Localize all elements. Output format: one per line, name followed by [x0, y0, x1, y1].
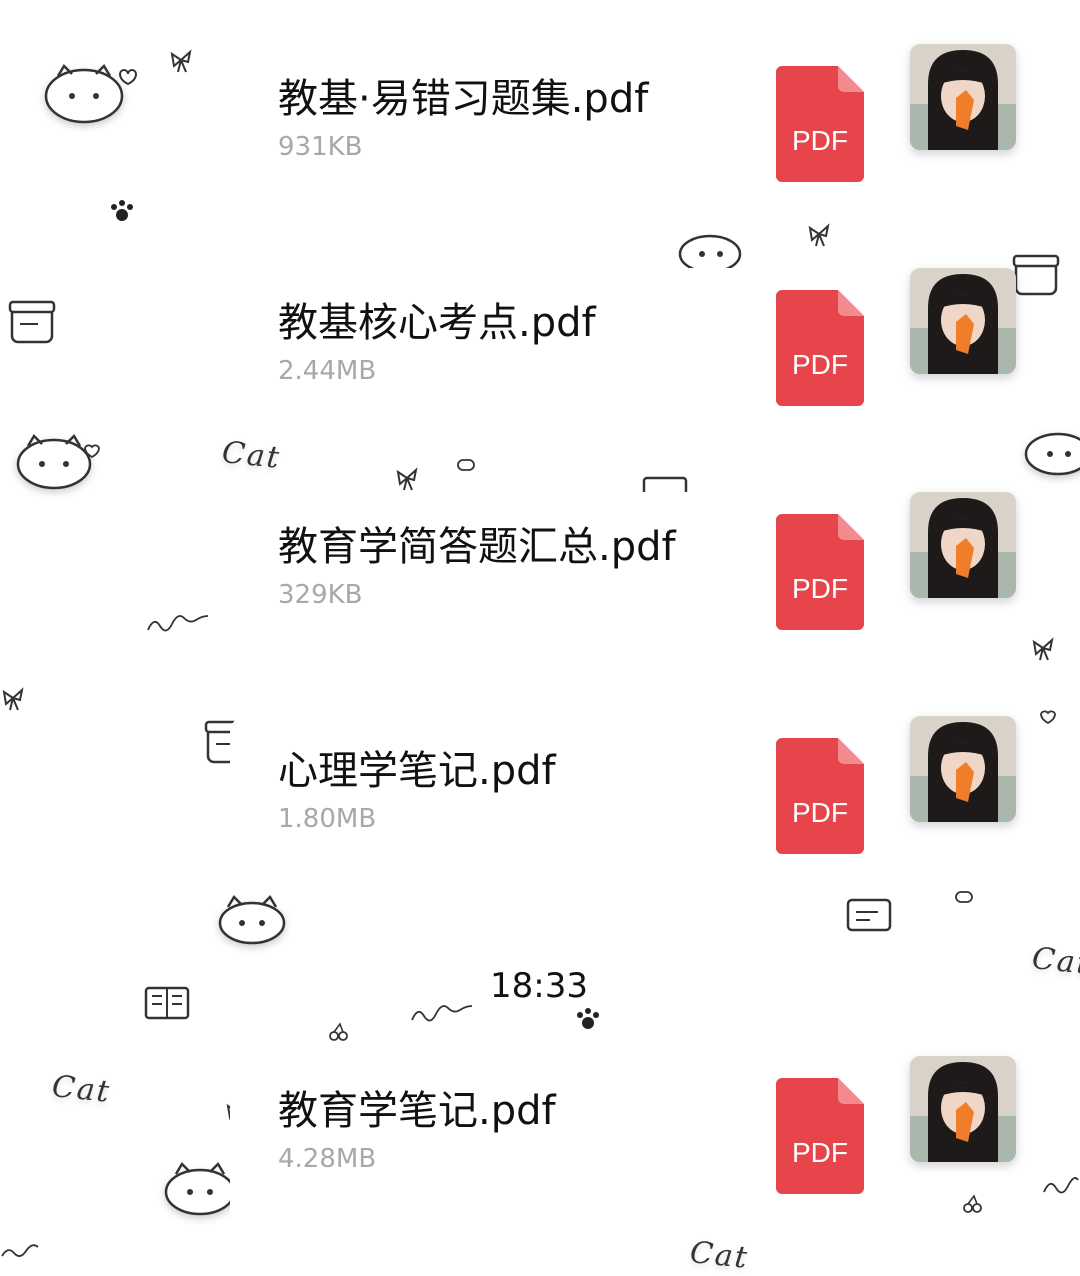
card-sticker-icon: [846, 898, 892, 932]
file-size: 4.28MB: [278, 1144, 377, 1174]
file-message[interactable]: 教基·易错习题集.pdf 931KB PDF: [0, 44, 1048, 214]
pdf-label: PDF: [792, 125, 848, 156]
pdf-file-icon: PDF: [776, 290, 864, 406]
pdf-label: PDF: [792, 1137, 848, 1168]
cat-word-sticker: Cat: [220, 435, 283, 476]
cat-sticker-icon: [16, 433, 92, 490]
file-message[interactable]: 教育学简答题汇总.pdf 329KB PDF: [0, 492, 1048, 662]
file-message[interactable]: 教育学笔记.pdf 4.28MB PDF: [0, 1056, 1048, 1226]
file-message[interactable]: 教基核心考点.pdf 2.44MB PDF: [0, 268, 1048, 438]
file-name: 教基核心考点.pdf: [278, 300, 596, 346]
file-size: 931KB: [278, 132, 363, 162]
message-timestamp: 18:33: [490, 966, 588, 1006]
avatar[interactable]: [910, 492, 1016, 598]
cat-word-sticker: Cat: [688, 1235, 751, 1276]
avatar[interactable]: [910, 716, 1016, 822]
file-bubble[interactable]: 教育学笔记.pdf 4.28MB PDF: [230, 1056, 910, 1226]
pdf-label: PDF: [792, 573, 848, 604]
pdf-file-icon: PDF: [776, 738, 864, 854]
cat-sticker-icon: [218, 894, 286, 945]
file-bubble[interactable]: 教基·易错习题集.pdf 931KB PDF: [230, 44, 910, 214]
file-name: 心理学笔记.pdf: [278, 748, 556, 794]
bow-sticker-icon: [808, 223, 830, 247]
file-size: 1.80MB: [278, 804, 377, 834]
scribble-sticker-icon: [411, 1005, 473, 1022]
pill-sticker-icon: [955, 891, 973, 903]
book-sticker-icon: [144, 986, 190, 1020]
file-message[interactable]: 心理学笔记.pdf 1.80MB PDF: [0, 716, 1048, 886]
file-size: 2.44MB: [278, 356, 377, 386]
file-bubble[interactable]: 教育学简答题汇总.pdf 329KB PDF: [230, 492, 910, 662]
bow-sticker-icon: [396, 467, 418, 491]
cat-word-sticker: Cat: [1030, 941, 1080, 982]
file-bubble[interactable]: 教基核心考点.pdf 2.44MB PDF: [230, 268, 910, 438]
avatar[interactable]: [910, 268, 1016, 374]
cherry-sticker-icon: [329, 1022, 348, 1041]
bow-sticker-icon: [2, 687, 24, 711]
file-name: 教育学简答题汇总.pdf: [278, 524, 676, 570]
file-name: 教基·易错习题集.pdf: [278, 76, 649, 122]
heart-sticker-icon: [84, 444, 100, 459]
avatar[interactable]: [910, 1056, 1016, 1162]
file-name: 教育学笔记.pdf: [278, 1088, 556, 1134]
avatar[interactable]: [910, 44, 1016, 150]
pdf-file-icon: PDF: [776, 66, 864, 182]
file-size: 329KB: [278, 580, 363, 610]
file-bubble[interactable]: 心理学笔记.pdf 1.80MB PDF: [230, 716, 910, 886]
pdf-label: PDF: [792, 349, 848, 380]
pdf-file-icon: PDF: [776, 1078, 864, 1194]
paw-sticker-icon: [577, 1008, 599, 1029]
pdf-label: PDF: [792, 797, 848, 828]
pill-sticker-icon: [457, 459, 475, 471]
scribble-sticker-icon: [1, 1244, 39, 1257]
pdf-file-icon: PDF: [776, 514, 864, 630]
